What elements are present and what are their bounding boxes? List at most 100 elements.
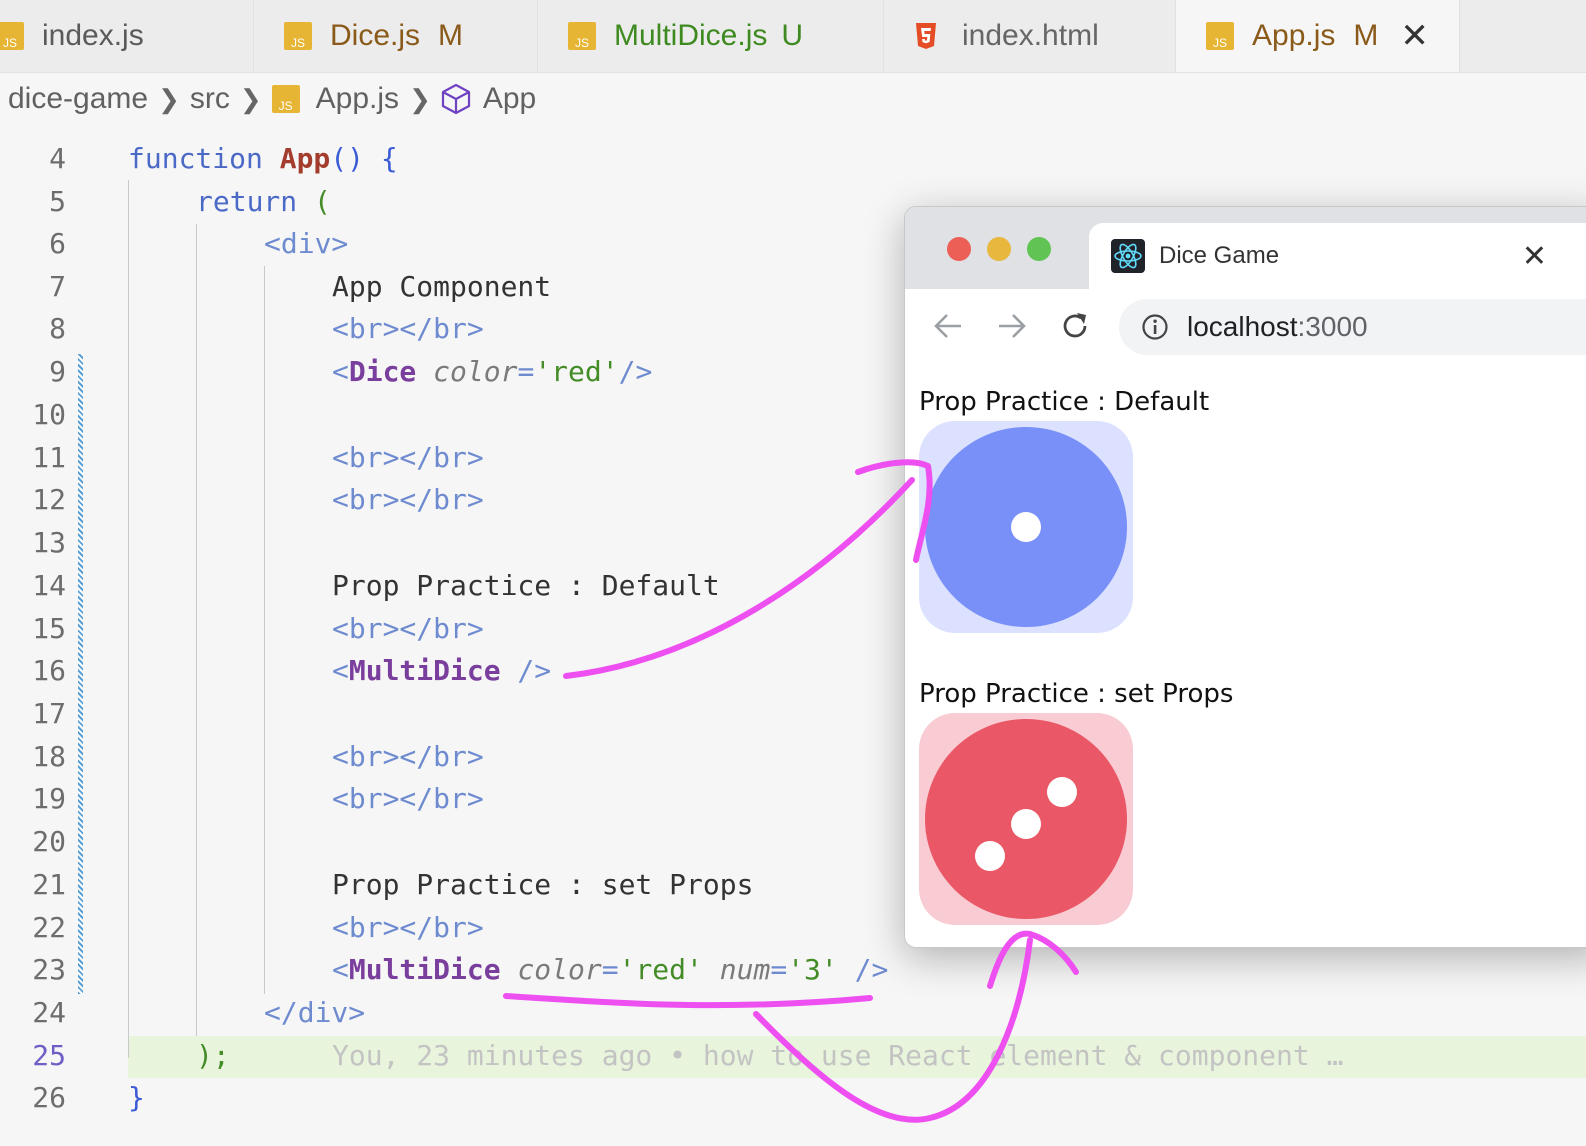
code-line: <br></br> <box>332 441 484 474</box>
url-host: localhost <box>1187 311 1298 342</box>
line-number: 15 <box>32 612 66 645</box>
dice-face <box>925 427 1127 627</box>
browser-tab-title: Dice Game <box>1159 242 1280 269</box>
dice-set-props <box>919 713 1133 925</box>
reload-icon[interactable] <box>1059 309 1091 343</box>
dice-pip <box>975 841 1005 871</box>
close-icon[interactable]: ✕ <box>1522 239 1547 274</box>
tab-label: index.html <box>962 19 1099 52</box>
tab-label: index.js <box>42 19 144 52</box>
js-file-icon: JS <box>568 22 596 50</box>
line-number: 14 <box>32 569 66 602</box>
line-number: 19 <box>32 782 66 815</box>
line-number: 7 <box>49 270 66 303</box>
line-number: 8 <box>49 312 66 345</box>
code-line: <br></br> <box>332 782 484 815</box>
tab-label: Dice.js <box>330 19 421 52</box>
browser-toolbar: localhost:3000 <box>905 289 1586 366</box>
line-number: 9 <box>49 355 66 388</box>
modified-badge: M <box>1353 19 1379 52</box>
line-number: 10 <box>32 398 66 431</box>
line-number: 25 <box>32 1039 66 1072</box>
code-line: <br></br> <box>332 312 484 345</box>
line-number: 16 <box>32 654 66 687</box>
dice-pip <box>1047 777 1077 807</box>
code-line: ); <box>196 1039 230 1072</box>
code-line: <br></br> <box>332 612 484 645</box>
browser-tab[interactable]: Dice Game ✕ <box>1089 223 1586 289</box>
untracked-badge: U <box>781 19 804 52</box>
info-icon[interactable] <box>1141 313 1169 341</box>
tab-label: App.js <box>1252 19 1336 52</box>
line-number: 13 <box>32 526 66 559</box>
section-label: Prop Practice : Default <box>919 387 1210 417</box>
tab-app-js[interactable]: JS App.js M ✕ <box>1176 0 1460 72</box>
section-label: Prop Practice : set Props <box>919 679 1234 709</box>
close-window-button[interactable] <box>947 237 971 261</box>
code-line: <br></br> <box>332 483 484 516</box>
line-number: 18 <box>32 740 66 773</box>
page-content: Prop Practice : Default Prop Practice : … <box>905 365 1586 947</box>
browser-titlebar: Dice Game ✕ <box>905 207 1586 289</box>
url-port: :3000 <box>1297 311 1368 342</box>
code-line: <div> <box>264 227 349 260</box>
line-number: 11 <box>32 441 66 474</box>
chevron-right-icon: ❯ <box>158 83 180 114</box>
code-line: <br></br> <box>332 740 484 773</box>
close-icon[interactable]: ✕ <box>1400 16 1429 56</box>
tab-label: MultiDice.js <box>614 19 768 52</box>
line-number: 21 <box>32 868 66 901</box>
chevron-right-icon: ❯ <box>409 83 431 114</box>
minimize-window-button[interactable] <box>987 237 1011 261</box>
line-number: 20 <box>32 825 66 858</box>
js-file-icon: JS <box>284 22 312 50</box>
dice-face <box>925 719 1127 919</box>
breadcrumb-item-file[interactable]: App.js <box>316 82 399 116</box>
modified-badge: M <box>438 19 464 52</box>
breadcrumb-item-src[interactable]: src <box>190 82 230 116</box>
tab-index-js[interactable]: JS index.js <box>0 0 254 72</box>
line-number: 5 <box>49 185 66 218</box>
code-line: <Dice color='red'/> <box>332 355 653 388</box>
dice-default <box>919 421 1133 633</box>
react-logo-icon <box>1111 239 1145 273</box>
tab-multidice-js[interactable]: JS MultiDice.js U <box>538 0 884 72</box>
line-number: 26 <box>32 1081 66 1114</box>
html5-icon <box>916 23 936 49</box>
line-number: 23 <box>32 953 66 986</box>
back-arrow-icon[interactable] <box>933 309 963 343</box>
line-number: 17 <box>32 697 66 730</box>
line-number: 12 <box>32 483 66 516</box>
code-line: function App() { <box>128 142 398 175</box>
line-number: 6 <box>49 227 66 260</box>
js-file-icon: JS <box>271 85 300 113</box>
breadcrumb-item-folder[interactable]: dice-game <box>8 82 148 116</box>
breadcrumb: dice-game ❯ src ❯ JS App.js ❯ App <box>8 76 536 122</box>
dice-pip <box>1011 512 1041 542</box>
line-number: 22 <box>32 911 66 944</box>
line-number: 4 <box>49 142 66 175</box>
forward-arrow-icon[interactable] <box>997 309 1027 343</box>
code-line: </div> <box>264 996 366 1029</box>
maximize-window-button[interactable] <box>1027 237 1051 261</box>
dice-pip <box>1011 809 1041 839</box>
symbol-component-icon <box>441 83 470 115</box>
git-blame-annotation: You, 23 minutes ago • how to use React e… <box>332 1039 1344 1072</box>
code-line: Prop Practice : set Props <box>332 868 754 901</box>
browser-window: Dice Game ✕ localhost:3000 Prop Practice… <box>904 206 1586 948</box>
line-number: 24 <box>32 996 66 1029</box>
code-line: } <box>128 1081 145 1114</box>
js-file-icon: JS <box>0 22 24 50</box>
editor-tab-bar: JS index.js JS Dice.js M JS MultiDice.js… <box>0 0 1586 73</box>
address-bar[interactable]: localhost:3000 <box>1119 299 1586 355</box>
code-line: <MultiDice color='red' num='3' /> <box>332 953 889 986</box>
chevron-right-icon: ❯ <box>239 83 262 114</box>
js-file-icon: JS <box>1206 22 1234 50</box>
tab-dice-js[interactable]: JS Dice.js M <box>254 0 538 72</box>
code-line: return ( <box>196 185 331 218</box>
breadcrumb-item-symbol[interactable]: App <box>483 82 536 116</box>
code-line: <br></br> <box>332 911 484 944</box>
code-line: App Component <box>332 270 552 303</box>
code-line: Prop Practice : Default <box>332 569 720 602</box>
tab-index-html[interactable]: index.html <box>884 0 1176 72</box>
